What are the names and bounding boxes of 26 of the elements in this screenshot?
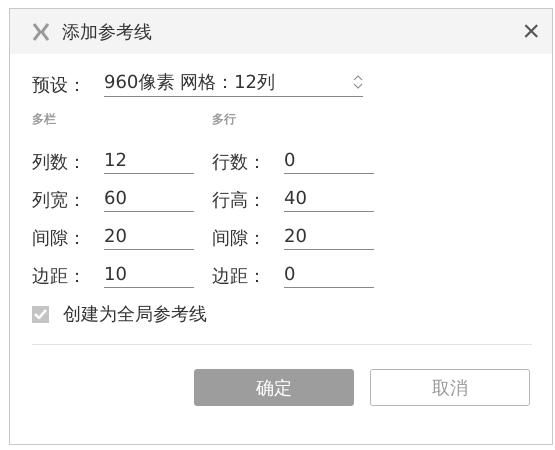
close-button[interactable]: ×	[522, 16, 540, 46]
input-field[interactable]: 0	[284, 150, 374, 174]
field-label: 行数：	[212, 151, 267, 174]
checkbox-label: 创建为全局参考线	[63, 303, 207, 326]
input-field[interactable]: 12	[104, 150, 194, 174]
logo-icon	[32, 22, 50, 40]
window-title: 添加参考线	[62, 20, 153, 44]
input-field[interactable]: 10	[104, 264, 194, 288]
field-label: 行高：	[212, 189, 267, 212]
input-field[interactable]: 60	[104, 188, 194, 212]
field-label: 间隙：	[32, 227, 87, 250]
field-label: 间隙：	[212, 227, 267, 250]
field-label: 列宽：	[32, 189, 87, 212]
field-label: 预设：	[32, 74, 87, 97]
input-field[interactable]: 20	[284, 226, 374, 250]
preset-select[interactable]: 960像素 网格：12列	[104, 70, 363, 97]
field-label: 列数：	[32, 151, 87, 174]
input-field[interactable]: 40	[284, 188, 374, 212]
chevron-icon	[353, 74, 363, 90]
input-field[interactable]: 20	[104, 226, 194, 250]
field-label: 边距：	[32, 265, 87, 288]
field-label: 边距：	[212, 265, 267, 288]
section-heading: 多行	[212, 111, 237, 128]
section-heading: 多栏	[32, 111, 57, 128]
checkbox[interactable]	[32, 306, 49, 322]
input-field[interactable]: 0	[284, 264, 374, 288]
